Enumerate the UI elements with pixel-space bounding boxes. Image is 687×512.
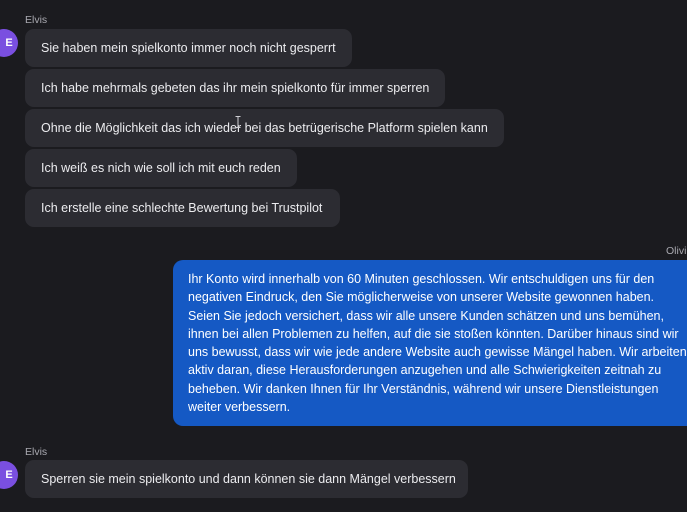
message-text: Ohne die Möglichkeit das ich wieder bei … — [41, 121, 488, 135]
message-bubble[interactable]: Sie haben mein spielkonto immer noch nic… — [25, 29, 352, 67]
avatar-initial: E — [5, 37, 13, 49]
avatar[interactable]: E — [0, 461, 18, 489]
sender-name: Olivi — [666, 245, 687, 257]
sender-name: Elvis — [25, 14, 48, 26]
message-bubble[interactable]: Ohne die Möglichkeit das ich wieder bei … — [25, 109, 504, 147]
text-cursor-icon — [235, 116, 241, 128]
message-bubble[interactable]: Ich weiß es nich wie soll ich mit euch r… — [25, 149, 297, 187]
avatar[interactable]: E — [0, 29, 18, 57]
message-bubble[interactable]: Ich habe mehrmals gebeten das ihr mein s… — [25, 69, 445, 107]
avatar-initial: E — [5, 469, 13, 481]
message-text: Ihr Konto wird innerhalb von 60 Minuten … — [188, 272, 687, 415]
message-bubble[interactable]: Ich erstelle eine schlechte Bewertung be… — [25, 189, 340, 227]
message-bubble[interactable]: Ihr Konto wird innerhalb von 60 Minuten … — [173, 260, 687, 426]
message-bubble[interactable]: Sperren sie mein spielkonto und dann kön… — [25, 460, 468, 498]
message-text: Sperren sie mein spielkonto und dann kön… — [41, 472, 456, 486]
message-text: Ich weiß es nich wie soll ich mit euch r… — [41, 161, 281, 175]
message-text: Ich erstelle eine schlechte Bewertung be… — [41, 201, 323, 215]
sender-name: Elvis — [25, 446, 48, 458]
message-text: Ich habe mehrmals gebeten das ihr mein s… — [41, 81, 430, 95]
message-text: Sie haben mein spielkonto immer noch nic… — [41, 41, 336, 55]
